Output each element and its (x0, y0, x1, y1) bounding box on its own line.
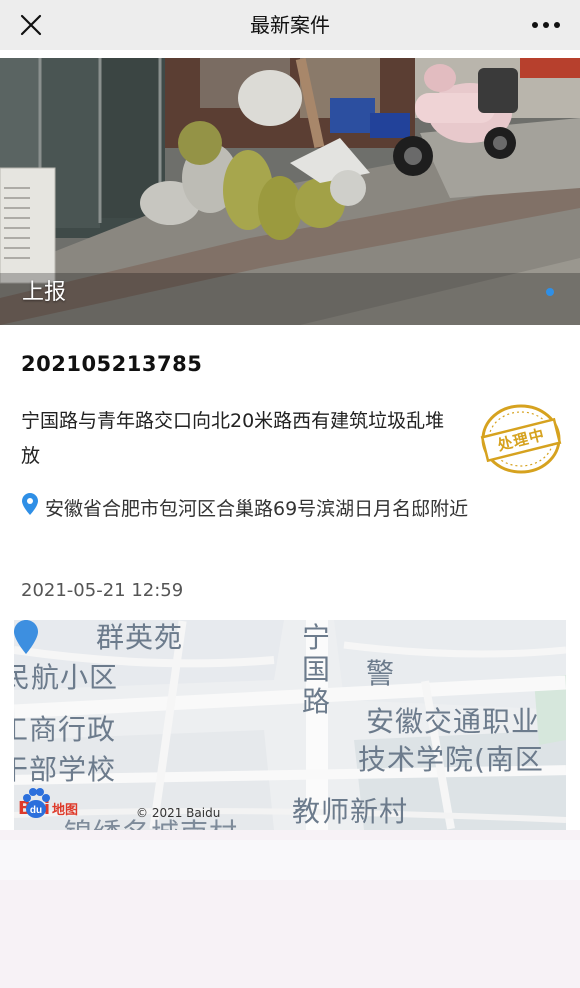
close-button[interactable] (12, 6, 50, 44)
more-icon (532, 22, 560, 28)
map-label-bureau-1: 工商行政 (14, 713, 117, 746)
more-button[interactable] (526, 6, 566, 44)
baidu-paw-text: du (30, 805, 42, 816)
photo-caption: 上报 (22, 280, 67, 305)
top-nav-bar: 最新案件 (0, 0, 580, 50)
case-description: 宁国路与青年路交口向北20米路西有建筑垃圾乱堆放 (21, 410, 445, 467)
case-datetime: 2021-05-21 12:59 (21, 580, 184, 601)
map-label-school-1: 安徽交通职业 (366, 705, 541, 738)
baidu-map-product: 地图 (52, 802, 79, 818)
status-badge: 处理中 (476, 400, 566, 478)
map-label-school-2: 技术学院(南区 (358, 743, 544, 776)
location-map[interactable]: 群英苑 民航小区 工商行政 干部学校 警 安徽交通职业 技术学院(南区 教师新村… (14, 620, 566, 830)
map-road-label: 宁国路 (301, 621, 330, 718)
close-icon (20, 14, 42, 36)
case-address: 安徽省合肥市包河区合巢路69号滨湖日月名邸附近 (45, 498, 469, 520)
report-photo-image (0, 58, 580, 325)
map-label-bureau-2: 干部学校 (14, 753, 117, 786)
map-location-pin-icon (14, 620, 38, 654)
bottom-bar (0, 840, 580, 880)
baidu-paw-icon: du (23, 788, 50, 818)
map-label-residential: 民航小区 (14, 661, 119, 694)
map-copyright: © 2021 Baidu (136, 806, 221, 820)
carousel-indicator-dot[interactable] (546, 288, 554, 296)
page-title: 最新案件 (250, 13, 330, 37)
case-id: 202105213785 (21, 352, 203, 376)
map-label-police: 警 (366, 657, 396, 690)
baidu-map-logo: Bai du 地图 (18, 788, 78, 828)
report-photo[interactable] (0, 58, 580, 325)
map-label-village: 教师新村 (292, 795, 409, 828)
map-label-top-partial: 群英苑 (96, 621, 184, 654)
